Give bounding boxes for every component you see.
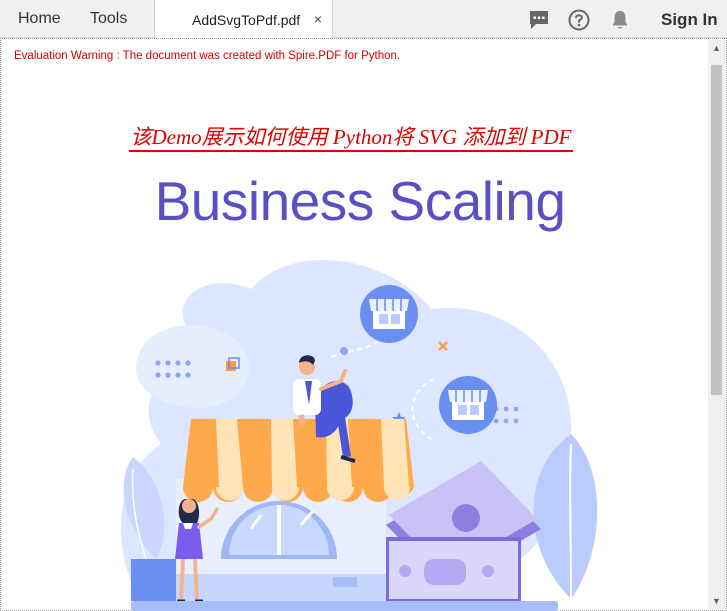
pdf-viewport[interactable]: Evaluation Warning : The document was cr… bbox=[0, 38, 727, 611]
square-decoration bbox=[226, 361, 236, 371]
shop-awning bbox=[183, 419, 414, 502]
evaluation-warning: Evaluation Warning : The document was cr… bbox=[14, 50, 401, 62]
comment-icon[interactable] bbox=[527, 8, 551, 32]
svg-heading: Business Scaling bbox=[154, 170, 566, 232]
ground bbox=[131, 601, 558, 611]
close-tab-icon[interactable]: × bbox=[310, 0, 326, 38]
document-tab[interactable]: AddSvgToPdf.pdf × bbox=[154, 0, 333, 38]
home-tab[interactable]: Home bbox=[18, 0, 61, 38]
store-icon bbox=[360, 285, 418, 343]
vertical-scrollbar[interactable]: ▲ ▼ bbox=[708, 40, 725, 609]
top-bar: Home Tools AddSvgToPdf.pdf × Sign In bbox=[0, 0, 727, 38]
scroll-down-icon[interactable]: ▼ bbox=[708, 593, 725, 609]
help-icon[interactable] bbox=[567, 8, 591, 32]
scroll-up-icon[interactable]: ▲ bbox=[708, 40, 725, 56]
store-icon bbox=[439, 376, 497, 434]
tools-tab[interactable]: Tools bbox=[90, 0, 127, 38]
demo-title: 该Demo展示如何使用 Python将 SVG 添加到 PDF bbox=[1, 121, 701, 152]
demo-title-text: 该Demo展示如何使用 Python将 SVG 添加到 PDF bbox=[128, 125, 574, 152]
sign-in-button[interactable]: Sign In bbox=[661, 0, 718, 38]
document-tab-title: AddSvgToPdf.pdf bbox=[192, 12, 301, 28]
bell-icon[interactable] bbox=[608, 8, 632, 32]
business-scaling-illustration bbox=[121, 260, 598, 611]
scrollbar-thumb[interactable] bbox=[711, 65, 722, 395]
